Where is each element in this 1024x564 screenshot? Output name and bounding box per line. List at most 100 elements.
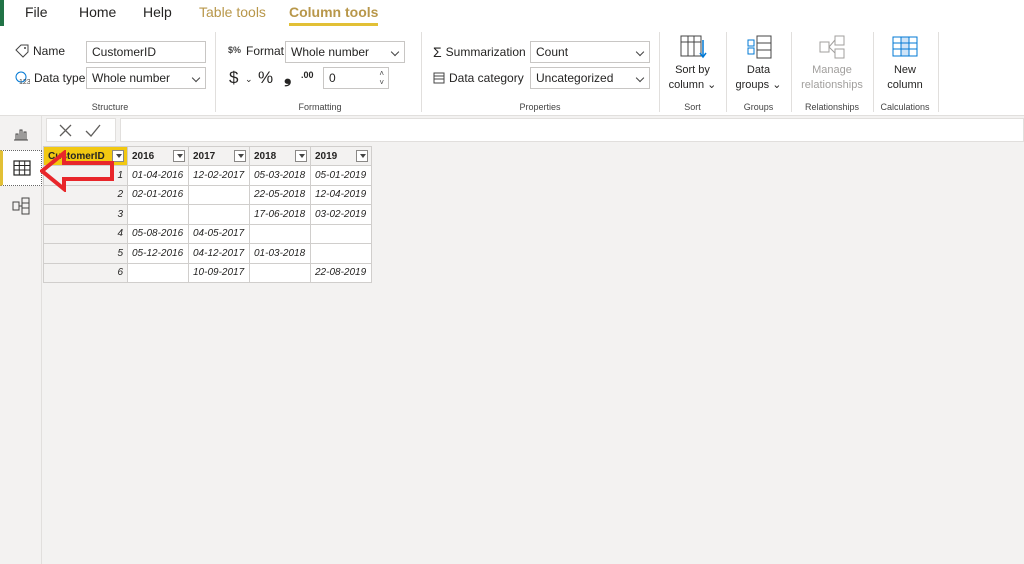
model-view-button[interactable]	[0, 188, 42, 224]
datatype-select[interactable]: Whole number	[86, 67, 206, 89]
table-cell[interactable]: 5	[43, 243, 128, 264]
tab-help[interactable]: Help	[143, 4, 172, 20]
tab-home[interactable]: Home	[79, 4, 116, 20]
table-cell[interactable]	[310, 223, 372, 244]
filter-dropdown-icon[interactable]	[234, 150, 246, 162]
sort-group-label: Sort	[684, 102, 701, 112]
currency-button[interactable]: $	[229, 68, 238, 88]
table-cell[interactable]: 22-08-2019	[310, 262, 372, 283]
table-cell[interactable]: 10-09-2017	[188, 262, 250, 283]
column-header-2018[interactable]: 2018	[249, 146, 311, 166]
table-cell[interactable]: 12-04-2019	[310, 184, 372, 205]
manage-relationships-button[interactable]: Manage relationships	[796, 34, 868, 93]
table-row: 3 17-06-2018 03-02-2019	[43, 204, 372, 225]
category-select[interactable]: Uncategorized	[530, 67, 650, 89]
column-header-label: 2017	[193, 150, 216, 162]
table-cell[interactable]	[127, 204, 189, 225]
table-cell[interactable]: 01-04-2016	[127, 165, 189, 186]
spin-arrows-icon[interactable]: ˄ ˅	[379, 69, 384, 87]
comma-style-button[interactable]: ❟	[284, 66, 291, 88]
tag-icon	[15, 44, 29, 58]
table-cell[interactable]	[310, 243, 372, 264]
filter-dropdown-icon[interactable]	[295, 150, 307, 162]
sort-label-line2: column ⌄	[664, 78, 721, 93]
column-header-2017[interactable]: 2017	[188, 146, 250, 166]
groups-label-line2-text: groups	[735, 79, 770, 91]
close-icon[interactable]	[59, 124, 72, 137]
column-header-2016[interactable]: 2016	[127, 146, 189, 166]
name-input[interactable]: CustomerID	[86, 41, 206, 63]
structure-group-label: Structure	[91, 102, 129, 112]
currency-dropdown-chevron-icon[interactable]: ⌄	[245, 74, 253, 85]
column-header-2019[interactable]: 2019	[310, 146, 372, 166]
table-cell[interactable]: 3	[43, 204, 128, 225]
new-column-button[interactable]: New column	[876, 34, 934, 93]
relationships-label-line1: Manage	[812, 64, 852, 76]
decimal-places-icon[interactable]: .00	[301, 70, 314, 80]
table-cell[interactable]: 02-01-2016	[127, 184, 189, 205]
filter-dropdown-icon[interactable]	[173, 150, 185, 162]
name-label-text: Name	[33, 44, 66, 58]
svg-text:$%: $%	[228, 45, 241, 55]
table-cell[interactable]: 05-08-2016	[127, 223, 189, 244]
table-cell[interactable]: 6	[43, 262, 128, 283]
format-icon: $%	[228, 45, 241, 55]
ribbon-divider	[215, 32, 216, 112]
table-cell[interactable]	[249, 262, 311, 283]
percent-button[interactable]: %	[258, 68, 273, 88]
table-cell[interactable]: 05-12-2016	[127, 243, 189, 264]
sort-label-line1: Sort by	[675, 64, 710, 76]
tab-file[interactable]: File	[25, 4, 48, 20]
table-cell[interactable]: 05-01-2019	[310, 165, 372, 186]
format-label: $% Format	[228, 44, 284, 58]
formula-bar	[46, 118, 1024, 142]
summarization-select[interactable]: Count	[530, 41, 650, 63]
menu-bar: File Home Help Table tools Column tools	[0, 0, 1024, 28]
chevron-down-icon: ⌄	[772, 79, 782, 91]
data-view-button[interactable]	[0, 150, 42, 186]
table-cell[interactable]: 03-02-2019	[310, 204, 372, 225]
relationships-group-label: Relationships	[804, 102, 860, 112]
table-cell[interactable]: 04-12-2017	[188, 243, 250, 264]
model-icon	[12, 197, 30, 215]
table-cell[interactable]	[127, 262, 189, 283]
table-cell[interactable]: 17-06-2018	[249, 204, 311, 225]
column-header-label: 2016	[132, 150, 155, 162]
decimal-places-input[interactable]: 0 ˄ ˅	[323, 67, 389, 89]
report-view-button[interactable]	[0, 116, 42, 152]
groups-label-line2: groups ⌄	[731, 78, 786, 93]
data-groups-button[interactable]: Data groups ⌄	[731, 34, 786, 93]
ribbon: Name CustomerID 123 Data type Whole numb…	[0, 28, 1024, 116]
svg-text:123: 123	[19, 79, 30, 85]
datatype-icon: 123	[15, 71, 30, 85]
table-cell[interactable]: 04-05-2017	[188, 223, 250, 244]
table-cell[interactable]: 01-03-2018	[249, 243, 311, 264]
sigma-icon: Σ	[433, 44, 442, 60]
table-cell[interactable]	[188, 184, 250, 205]
formatting-group-label: Formatting	[298, 102, 342, 112]
tab-column-tools[interactable]: Column tools	[289, 4, 379, 26]
table-cell[interactable]: 4	[43, 223, 128, 244]
filter-dropdown-icon[interactable]	[356, 150, 368, 162]
table-cell[interactable]	[249, 223, 311, 244]
table-cell[interactable]	[188, 204, 250, 225]
view-rail	[0, 116, 42, 564]
groups-label-line1: Data	[746, 64, 771, 76]
properties-group-label: Properties	[519, 102, 561, 112]
ribbon-divider	[659, 32, 660, 112]
data-category-icon	[433, 72, 445, 84]
table-cell[interactable]: 22-05-2018	[249, 184, 311, 205]
format-select[interactable]: Whole number	[285, 41, 405, 63]
bar-chart-icon	[14, 129, 28, 141]
summarization-label: Σ Summarization	[433, 44, 526, 60]
new-column-icon	[892, 36, 918, 57]
chevron-down-icon: ⌄	[707, 79, 717, 91]
table-cell[interactable]: 12-02-2017	[188, 165, 250, 186]
tab-table-tools[interactable]: Table tools	[199, 4, 266, 20]
sort-by-column-button[interactable]: Sort by column ⌄	[664, 34, 721, 93]
check-icon[interactable]	[85, 124, 101, 137]
relationships-label-line2: relationships	[801, 79, 863, 91]
table-cell[interactable]: 05-03-2018	[249, 165, 311, 186]
ribbon-divider	[791, 32, 792, 112]
formula-input[interactable]	[120, 118, 1024, 142]
